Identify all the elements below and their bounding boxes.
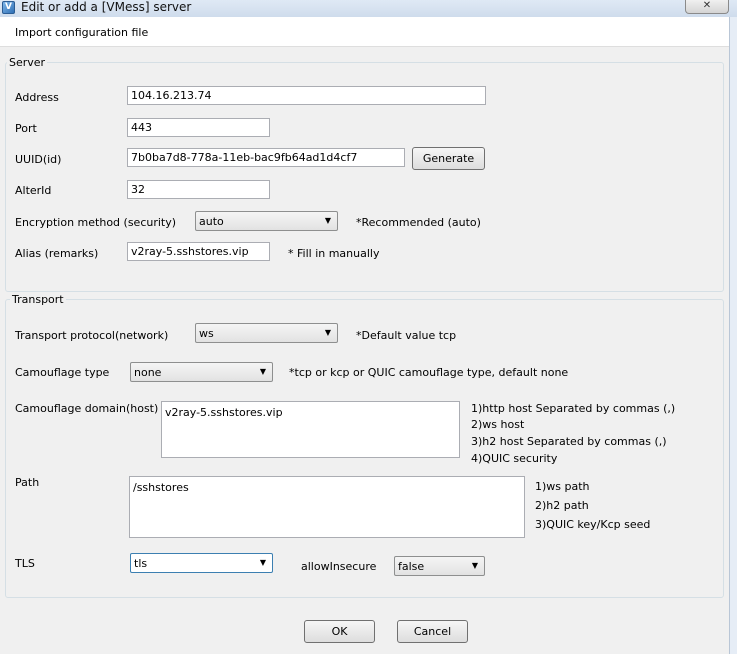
allow-insecure-label: allowInsecure xyxy=(301,560,377,573)
chevron-down-icon: ▼ xyxy=(471,561,479,570)
camouflage-type-label: Camouflage type xyxy=(15,366,110,379)
uuid-input[interactable]: 7b0ba7d8-778a-11eb-bac9fb64ad1d4cf7 xyxy=(127,148,405,167)
transport-group-title: Transport xyxy=(10,293,66,306)
generate-button[interactable]: Generate xyxy=(412,147,485,170)
chevron-down-icon: ▼ xyxy=(324,328,332,337)
alias-input[interactable]: v2ray-5.sshstores.vip xyxy=(127,242,270,261)
path-hint-1: 1)ws path xyxy=(535,480,590,493)
host-textarea[interactable]: v2ray-5.sshstores.vip xyxy=(161,401,460,458)
server-group-title: Server xyxy=(7,56,48,69)
network-hint: *Default value tcp xyxy=(356,329,457,342)
import-config-menu-item[interactable]: Import configuration file xyxy=(15,26,148,39)
allow-insecure-select[interactable]: false ▼ xyxy=(394,556,485,576)
chevron-down-icon: ▼ xyxy=(259,367,267,376)
path-hint-2: 2)h2 path xyxy=(535,499,589,512)
window-border xyxy=(729,17,737,654)
tls-select-value: tls xyxy=(134,557,148,570)
path-label: Path xyxy=(15,476,40,489)
host-hint-3: 3)h2 host Separated by commas (,) xyxy=(471,435,667,448)
allow-insecure-value: false xyxy=(398,560,425,573)
vmess-server-dialog: V Edit or add a [VMess] server ✕ Import … xyxy=(0,0,737,654)
close-button[interactable]: ✕ xyxy=(685,0,729,14)
port-input[interactable]: 443 xyxy=(127,118,270,137)
security-hint: *Recommended (auto) xyxy=(356,216,481,229)
path-textarea[interactable]: /sshstores xyxy=(129,476,525,538)
network-select-value: ws xyxy=(199,327,214,340)
alias-label: Alias (remarks) xyxy=(15,247,99,260)
tls-label: TLS xyxy=(15,557,35,570)
path-hint-3: 3)QUIC key/Kcp seed xyxy=(535,518,651,531)
security-label: Encryption method (security) xyxy=(15,216,177,229)
alias-hint: * Fill in manually xyxy=(288,247,380,260)
camouflage-type-select[interactable]: none ▼ xyxy=(130,362,273,382)
ok-button[interactable]: OK xyxy=(304,620,375,643)
host-label: Camouflage domain(host) xyxy=(15,402,159,415)
tls-select[interactable]: tls ▼ xyxy=(130,553,273,573)
camouflage-type-hint: *tcp or kcp or QUIC camouflage type, def… xyxy=(289,366,569,379)
window-title: Edit or add a [VMess] server xyxy=(21,0,192,14)
app-icon: V xyxy=(2,1,15,14)
uuid-label: UUID(id) xyxy=(15,153,62,166)
port-label: Port xyxy=(15,122,37,135)
network-label: Transport protocol(network) xyxy=(15,329,169,342)
menu-strip: Import configuration file xyxy=(0,17,729,47)
alterid-label: AlterId xyxy=(15,184,52,197)
chevron-down-icon: ▼ xyxy=(324,216,332,225)
host-hint-4: 4)QUIC security xyxy=(471,452,558,465)
security-select-value: auto xyxy=(199,215,224,228)
chevron-down-icon: ▼ xyxy=(259,558,267,567)
cancel-button[interactable]: Cancel xyxy=(397,620,468,643)
camouflage-type-value: none xyxy=(134,366,162,379)
host-hint-2: 2)ws host xyxy=(471,418,525,431)
network-select[interactable]: ws ▼ xyxy=(195,323,338,343)
host-hint-1: 1)http host Separated by commas (,) xyxy=(471,402,676,415)
address-input[interactable]: 104.16.213.74 xyxy=(127,86,486,105)
address-label: Address xyxy=(15,91,59,104)
security-select[interactable]: auto ▼ xyxy=(195,211,338,231)
title-bar: V Edit or add a [VMess] server ✕ xyxy=(0,0,737,17)
alterid-input[interactable]: 32 xyxy=(127,180,270,199)
